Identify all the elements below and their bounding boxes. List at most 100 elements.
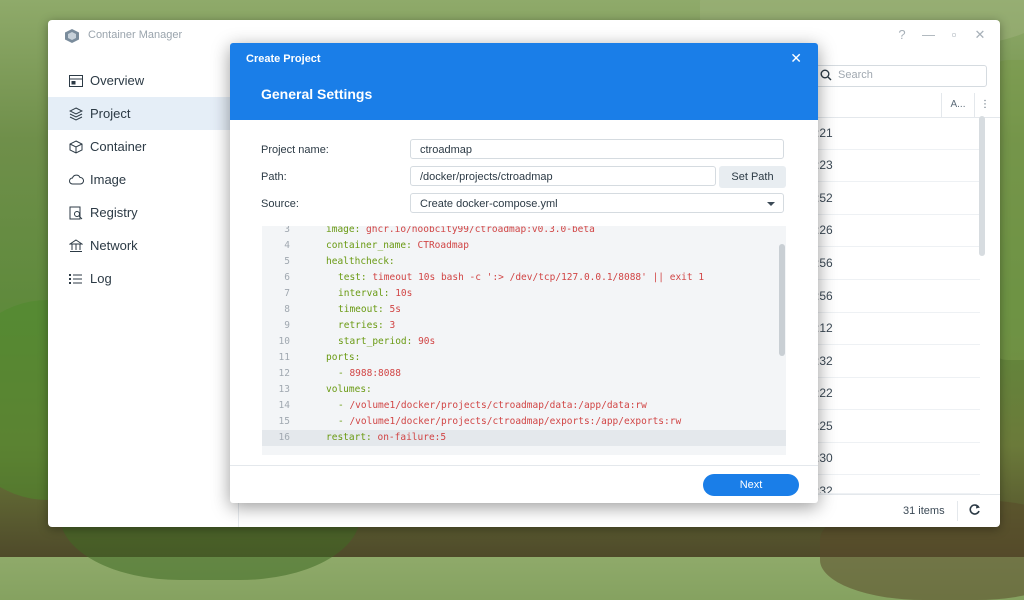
- yaml-key: restart:: [326, 432, 372, 443]
- search-icon: [820, 69, 832, 81]
- code-line: 9 retries: 3: [262, 318, 786, 334]
- source-select[interactable]: Create docker-compose.yml: [410, 193, 784, 213]
- line-number: 8: [284, 304, 290, 315]
- list-item[interactable]: :22: [808, 377, 980, 410]
- sidebar-item-label: Overview: [90, 73, 145, 88]
- list-item-time: :56: [816, 256, 833, 270]
- dialog-header[interactable]: Create Project ✕ General Settings: [230, 43, 818, 120]
- list-scrollbar[interactable]: [979, 116, 985, 256]
- line-number: 4: [284, 240, 290, 251]
- list-item-time: :32: [816, 484, 833, 494]
- line-number: 10: [278, 336, 290, 347]
- network-icon: [68, 238, 84, 254]
- list-item[interactable]: :32: [808, 345, 980, 378]
- yaml-value: 90s: [412, 336, 436, 347]
- list-item[interactable]: :32: [808, 475, 980, 494]
- list-item[interactable]: :23: [808, 149, 980, 182]
- footer-divider: [957, 501, 958, 521]
- yaml-value: CTRoadmap: [411, 240, 469, 251]
- dialog-footer: Next: [230, 465, 818, 503]
- cloud-icon: [68, 172, 84, 188]
- set-path-button[interactable]: Set Path: [719, 166, 786, 188]
- line-number: 11: [278, 352, 290, 363]
- line-number: 3: [284, 226, 290, 235]
- source-selected-value: Create docker-compose.yml: [420, 198, 558, 210]
- yaml-value: timeout 10s bash -c ':> /dev/tcp/127.0.0…: [366, 272, 705, 283]
- compose-editor[interactable]: 3 image: ghcr.io/noobcity99/ctroadmap:v0…: [262, 226, 786, 455]
- yaml-value: on-failure:5: [371, 432, 447, 443]
- window-controls: ? — ▫ ✕: [896, 27, 986, 43]
- list-item[interactable]: :30: [808, 442, 980, 475]
- sidebar-item-project[interactable]: Project: [48, 97, 238, 130]
- sidebar: Overview Project Container Image Registr…: [48, 64, 238, 295]
- yaml-value: 8988:8088: [349, 368, 401, 379]
- yaml-value: 3: [383, 320, 396, 331]
- line-number: 14: [278, 400, 290, 411]
- yaml-key: -: [338, 368, 350, 379]
- sidebar-item-container[interactable]: Container: [48, 130, 238, 163]
- list-item-time: :21: [816, 126, 833, 140]
- code-line: 5 healthcheck:: [262, 254, 786, 270]
- list-item-time: :56: [816, 289, 833, 303]
- list-item[interactable]: :52: [808, 182, 980, 215]
- sidebar-item-label: Network: [90, 238, 138, 253]
- sidebar-item-label: Log: [90, 271, 112, 286]
- maximize-icon[interactable]: ▫: [948, 27, 960, 43]
- container-manager-icon: [65, 29, 79, 43]
- list-item[interactable]: :12: [808, 312, 980, 345]
- sidebar-item-label: Project: [90, 106, 131, 121]
- list-item-time: :22: [816, 386, 833, 400]
- container-icon: [68, 139, 84, 155]
- list-item-time: :52: [816, 191, 833, 205]
- list-item[interactable]: :26: [808, 214, 980, 247]
- close-icon[interactable]: ✕: [790, 50, 802, 67]
- search-input[interactable]: Search: [815, 65, 987, 87]
- list-item[interactable]: :25: [808, 410, 980, 443]
- code-line: 15 - /volume1/docker/projects/ctroadmap/…: [262, 414, 786, 430]
- next-button[interactable]: Next: [703, 474, 799, 496]
- line-number: 5: [284, 256, 290, 267]
- yaml-key: test:: [338, 272, 367, 283]
- search-placeholder: Search: [838, 69, 873, 81]
- code-line: 3 image: ghcr.io/noobcity99/ctroadmap:v0…: [262, 226, 786, 238]
- path-label: Path:: [261, 171, 287, 183]
- code-line: 12 - 8988:8088: [262, 366, 786, 382]
- sidebar-item-overview[interactable]: Overview: [48, 64, 238, 97]
- list-item[interactable]: :56: [808, 280, 980, 313]
- sidebar-item-image[interactable]: Image: [48, 163, 238, 196]
- column-options-icon[interactable]: ⋮: [974, 93, 995, 117]
- refresh-icon[interactable]: [968, 503, 981, 516]
- yaml-key: start_period:: [338, 336, 413, 347]
- help-icon[interactable]: ?: [896, 27, 908, 43]
- sidebar-item-log[interactable]: Log: [48, 262, 238, 295]
- list-item-time: :26: [816, 223, 833, 237]
- minimize-icon[interactable]: —: [922, 27, 935, 43]
- yaml-value: /volume1/docker/projects/ctroadmap/expor…: [349, 416, 682, 427]
- project-name-label: Project name:: [261, 144, 329, 156]
- yaml-key: -: [338, 416, 350, 427]
- code-line-active: 16 restart: on-failure:5: [262, 430, 786, 446]
- yaml-value: 10s: [389, 288, 413, 299]
- list-item[interactable]: :21: [808, 117, 980, 150]
- sidebar-item-registry[interactable]: Registry: [48, 196, 238, 229]
- code-line: 7 interval: 10s: [262, 286, 786, 302]
- yaml-key: healthcheck:: [326, 256, 395, 267]
- line-number: 16: [278, 432, 290, 443]
- project-name-field[interactable]: ctroadmap: [410, 139, 784, 159]
- yaml-key: retries:: [338, 320, 384, 331]
- yaml-value: /volume1/docker/projects/ctroadmap/data:…: [349, 400, 647, 411]
- code-line: 6 test: timeout 10s bash -c ':> /dev/tcp…: [262, 270, 786, 286]
- editor-scrollbar[interactable]: [779, 244, 785, 356]
- source-label: Source:: [261, 198, 299, 210]
- sidebar-item-network[interactable]: Network: [48, 229, 238, 262]
- list-item[interactable]: :56: [808, 247, 980, 280]
- section-title: General Settings: [261, 86, 373, 102]
- yaml-key: volumes:: [326, 384, 372, 395]
- list-item-time: :25: [816, 419, 833, 433]
- column-header[interactable]: A...: [941, 93, 974, 117]
- path-field[interactable]: /docker/projects/ctroadmap: [410, 166, 716, 186]
- code-line: 8 timeout: 5s: [262, 302, 786, 318]
- line-number: 12: [278, 368, 290, 379]
- close-icon[interactable]: ✕: [974, 27, 986, 43]
- window-title: Container Manager: [88, 29, 183, 41]
